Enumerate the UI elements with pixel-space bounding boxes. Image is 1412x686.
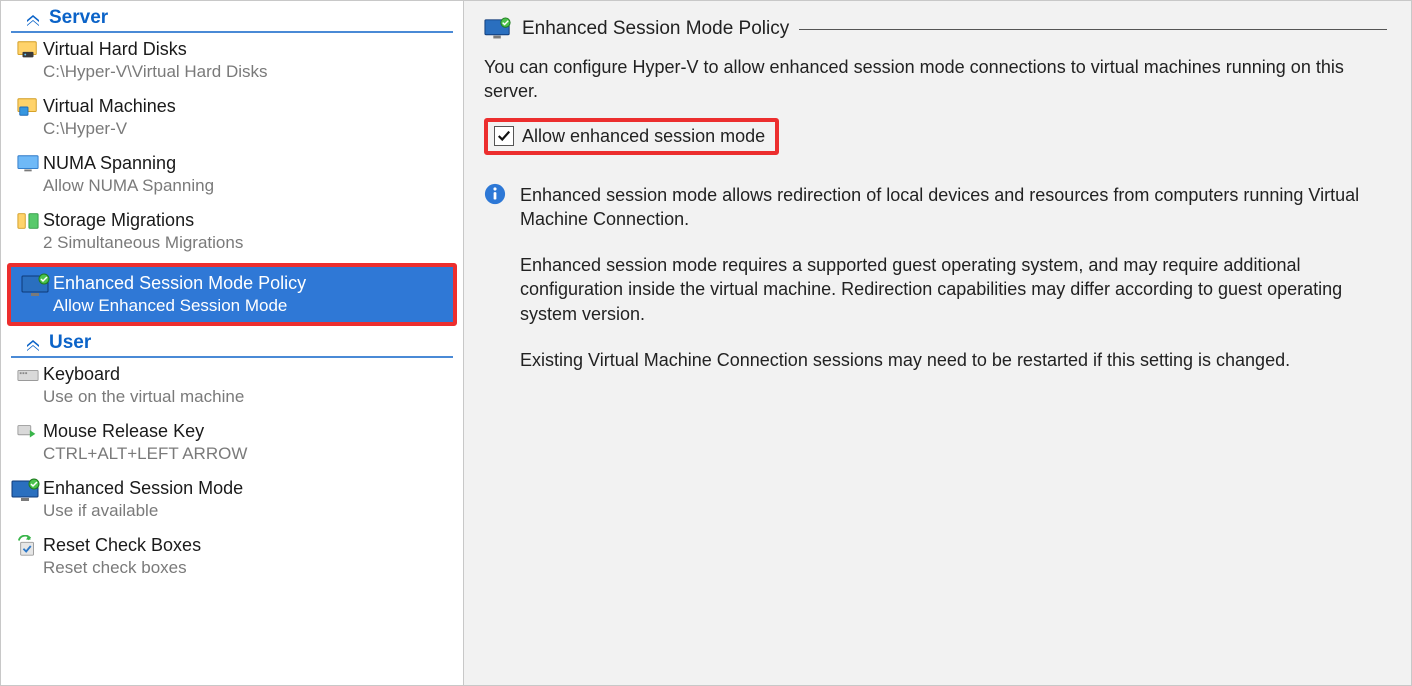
monitor-icon [17,153,39,175]
highlight-frame-sidebar: Enhanced Session Mode Policy Allow Enhan… [7,263,457,326]
checkmark-icon [497,129,511,143]
enhanced-session-monitor-icon [11,478,41,504]
item-title: Virtual Machines [43,96,453,117]
item-title: Reset Check Boxes [43,535,453,556]
item-sub: C:\Hyper-V [43,119,453,139]
section-header-server[interactable]: Server [11,3,453,33]
chevron-up-double-icon [25,335,41,351]
reset-checkbox-icon [17,535,39,557]
sidebar-item-storage-migrations[interactable]: Storage Migrations 2 Simultaneous Migrat… [1,204,463,261]
item-title: Keyboard [43,364,453,385]
info-paragraph-3: Existing Virtual Machine Connection sess… [520,348,1364,372]
item-sub: Use if available [43,501,453,521]
enhanced-session-monitor-icon [484,17,512,41]
section-header-user[interactable]: User [11,328,453,358]
item-title: Virtual Hard Disks [43,39,453,60]
item-sub: C:\Hyper-V\Virtual Hard Disks [43,62,453,82]
hdd-folder-icon [17,39,39,61]
checkbox-label[interactable]: Allow enhanced session mode [522,126,765,147]
pane-heading-row: Enhanced Session Mode Policy [484,17,1387,41]
item-sub: Reset check boxes [43,558,453,578]
hyperv-settings-window: Server Virtual Hard Disks C:\Hyper-V\Vir… [0,0,1412,686]
sidebar-item-keyboard[interactable]: Keyboard Use on the virtual machine [1,358,463,415]
item-title: Storage Migrations [43,210,453,231]
pane-title: Enhanced Session Mode Policy [522,18,789,40]
section-label: Server [49,7,108,29]
item-title: NUMA Spanning [43,153,453,174]
sidebar-item-virtual-hard-disks[interactable]: Virtual Hard Disks C:\Hyper-V\Virtual Ha… [1,33,463,90]
sidebar-item-reset-check-boxes[interactable]: Reset Check Boxes Reset check boxes [1,529,463,586]
sidebar-item-enhanced-session-mode-policy[interactable]: Enhanced Session Mode Policy Allow Enhan… [11,267,453,322]
vm-folder-icon [17,96,39,118]
keyboard-icon [17,364,39,386]
info-block: Enhanced session mode allows redirection… [484,183,1364,395]
sidebar-item-virtual-machines[interactable]: Virtual Machines C:\Hyper-V [1,90,463,147]
info-icon [484,183,506,205]
item-title: Enhanced Session Mode [43,478,453,499]
item-sub: Allow Enhanced Session Mode [53,296,443,316]
chevron-up-double-icon [25,10,41,26]
item-sub: Use on the virtual machine [43,387,453,407]
item-title: Enhanced Session Mode Policy [53,273,443,294]
sidebar-item-enhanced-session-mode[interactable]: Enhanced Session Mode Use if available [1,472,463,529]
item-title: Mouse Release Key [43,421,453,442]
storage-migration-icon [17,210,39,232]
allow-enhanced-session-checkbox[interactable] [494,126,514,146]
info-paragraph-2: Enhanced session mode requires a support… [520,253,1364,326]
sidebar-item-mouse-release-key[interactable]: Mouse Release Key CTRL+ALT+LEFT ARROW [1,415,463,472]
settings-sidebar: Server Virtual Hard Disks C:\Hyper-V\Vir… [0,0,463,686]
pane-description: You can configure Hyper-V to allow enhan… [484,55,1354,104]
highlight-frame-checkbox: Allow enhanced session mode [484,118,779,155]
item-sub: CTRL+ALT+LEFT ARROW [43,444,453,464]
info-text: Enhanced session mode allows redirection… [520,183,1364,395]
enhanced-session-monitor-icon [21,273,51,299]
mouse-release-icon [17,421,39,443]
sidebar-item-numa-spanning[interactable]: NUMA Spanning Allow NUMA Spanning [1,147,463,204]
info-paragraph-1: Enhanced session mode allows redirection… [520,183,1364,232]
item-sub: 2 Simultaneous Migrations [43,233,453,253]
pane-title-divider [799,29,1387,30]
section-label: User [49,332,91,354]
item-sub: Allow NUMA Spanning [43,176,453,196]
settings-detail-pane: Enhanced Session Mode Policy You can con… [463,0,1412,686]
